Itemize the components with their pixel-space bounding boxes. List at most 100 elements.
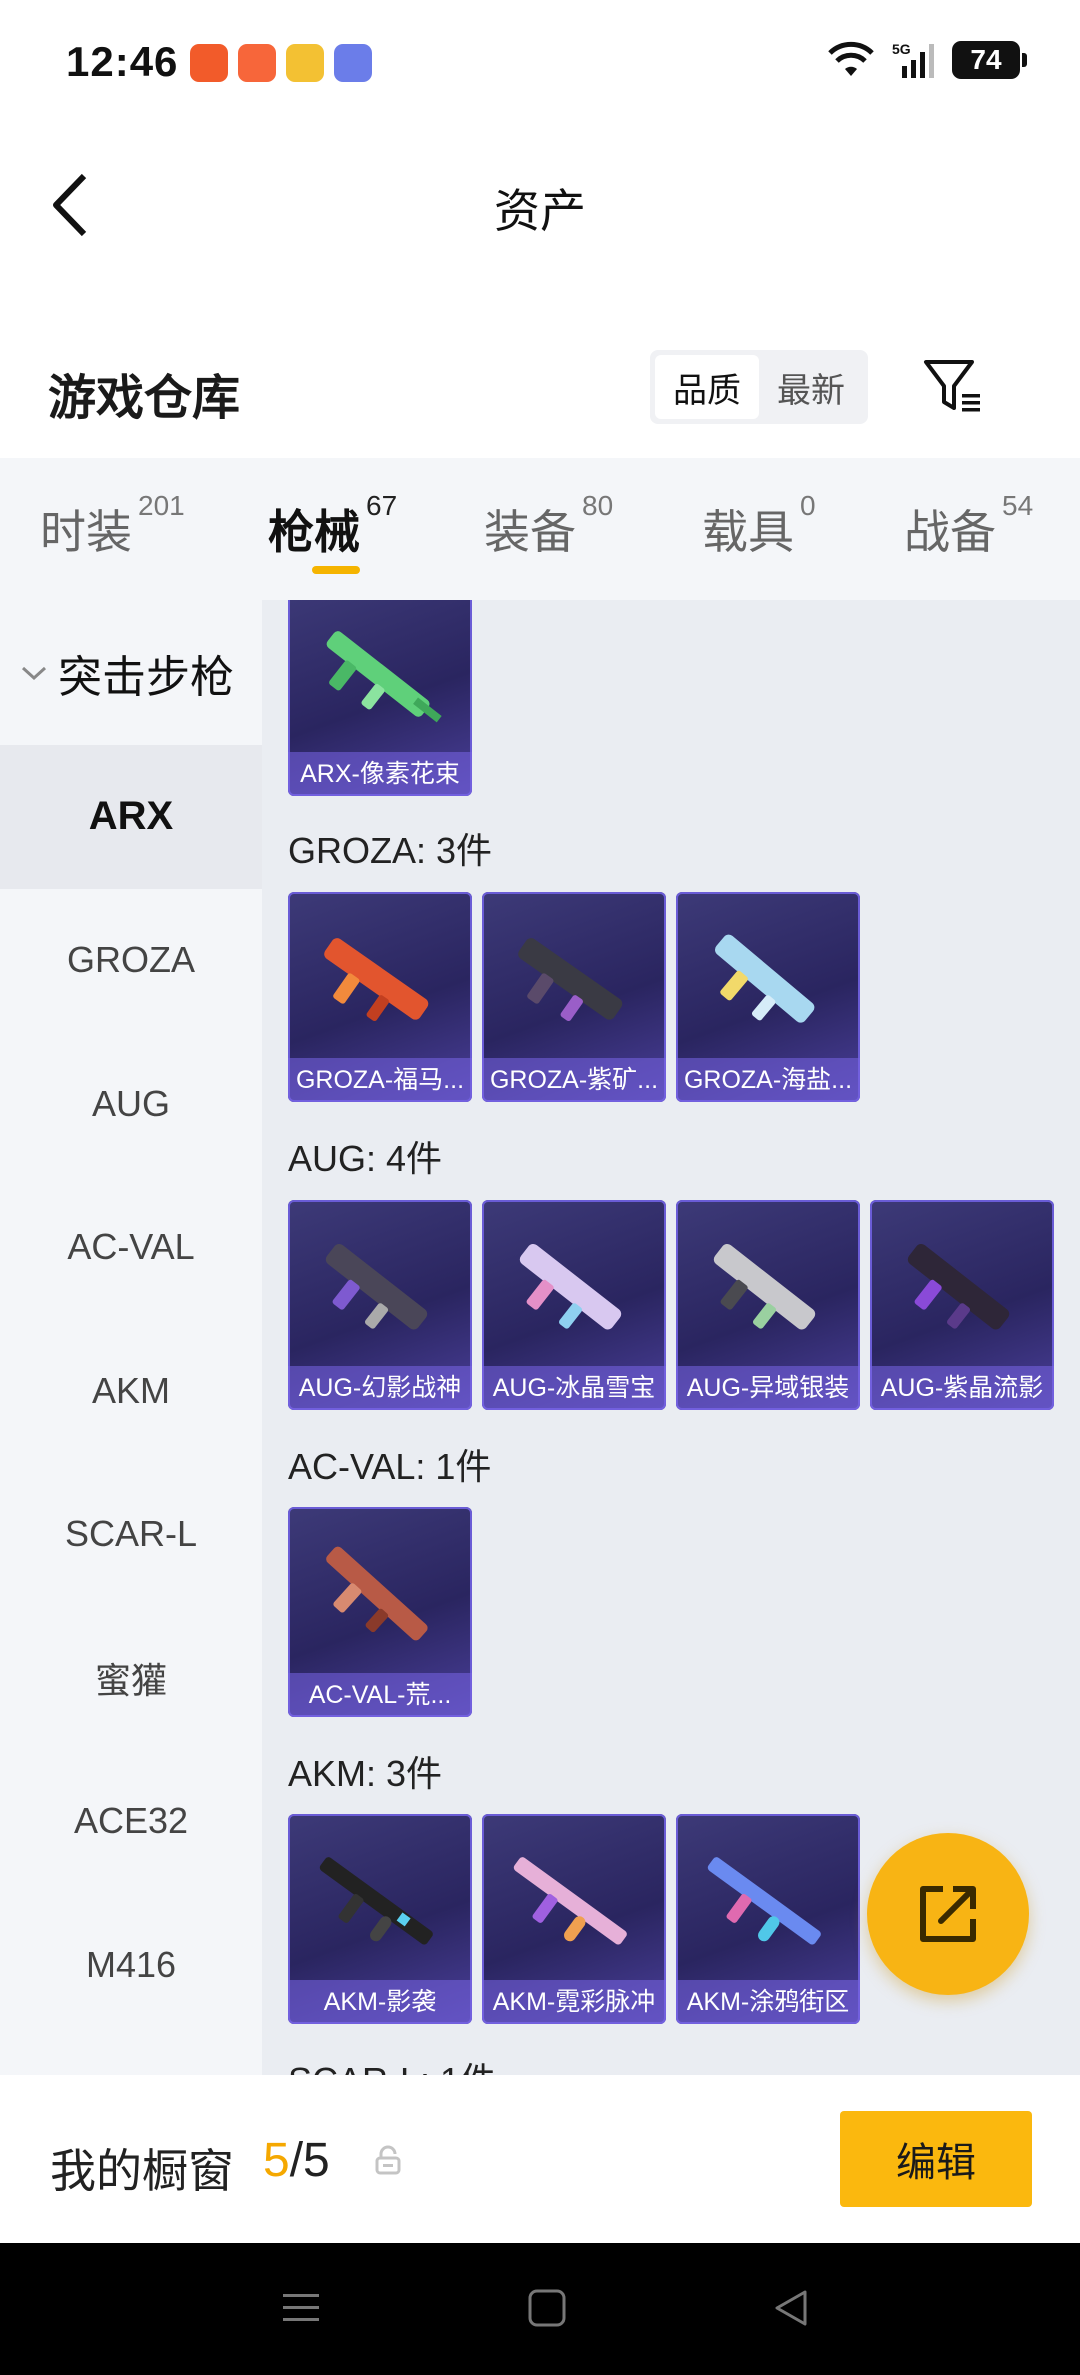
- sidebar-item-m416[interactable]: M416: [0, 1893, 262, 2037]
- sort-option-newest[interactable]: 最新: [759, 355, 863, 419]
- showcase-bar: 我的橱窗 5/5 编辑: [0, 2075, 1080, 2243]
- nav-home-button[interactable]: [512, 2273, 582, 2343]
- skin-name: AUG-异域银装: [676, 1366, 860, 1410]
- rifle-skin-icon: [326, 1546, 428, 1641]
- status-indicators: 5G 74: [826, 40, 1027, 80]
- battery-indicator: 74: [952, 41, 1027, 79]
- skin-card[interactable]: AUG-冰晶雪宝: [482, 1200, 666, 1410]
- section-label-groza: GROZA: 3件: [288, 830, 493, 871]
- page-header: 资产: [0, 125, 1080, 285]
- share-button[interactable]: [867, 1833, 1029, 1995]
- sidebar-group-label: 突击步枪: [58, 652, 234, 702]
- home-square-icon: [528, 2289, 566, 2327]
- skin-card[interactable]: ARX-像素花束: [288, 600, 472, 796]
- sidebar-item-groza[interactable]: GROZA: [0, 889, 262, 1033]
- nav-back-button[interactable]: [756, 2273, 826, 2343]
- nav-menu-button[interactable]: [266, 2273, 336, 2343]
- rifle-skin-icon: [513, 1857, 627, 1945]
- tab-count: 201: [138, 490, 185, 521]
- system-nav-bar: [0, 2243, 1080, 2375]
- category-tabs: 时装201 枪械67 装备80 载具0 战备54: [0, 458, 1080, 600]
- tab-fashion[interactable]: 时装201: [40, 490, 185, 562]
- skin-name: GROZA-福马...: [288, 1058, 472, 1102]
- warehouse-row: 游戏仓库 品质 最新: [0, 330, 1080, 450]
- skin-card[interactable]: AUG-异域银装: [676, 1200, 860, 1410]
- status-bar: 12:46 5G 74: [0, 0, 1080, 125]
- skin-name: AUG-冰晶雪宝: [482, 1366, 666, 1410]
- tab-label: 载具: [702, 506, 794, 558]
- skin-card[interactable]: AKM-霓彩脉冲: [482, 1814, 666, 2024]
- app-icon-blue: [334, 44, 372, 82]
- skin-card[interactable]: AKM-影袭: [288, 1814, 472, 2024]
- sidebar-item-aug[interactable]: AUG: [0, 1032, 262, 1176]
- tab-label: 时装: [40, 506, 132, 558]
- weapon-type-sidebar: 突击步枪 ARX GROZA AUG AC-VAL AKM SCAR-L 蜜獾 …: [0, 600, 262, 2075]
- showcase-count: 5/5: [263, 2133, 330, 2188]
- skin-card[interactable]: GROZA-紫矿...: [482, 892, 666, 1102]
- app-icon-yellow: [286, 44, 324, 82]
- cellular-signal-icon: 5G: [892, 41, 934, 78]
- skin-card[interactable]: AC-VAL-荒...: [288, 1507, 472, 1717]
- skin-name: AKM-霓彩脉冲: [482, 1980, 666, 2024]
- skin-name: AKM-影袭: [288, 1980, 472, 2024]
- chevron-down-icon: [21, 666, 47, 680]
- rifle-skin-icon: [713, 1243, 816, 1330]
- tab-count: 67: [366, 490, 398, 521]
- section-label-aug: AUG: 4件: [288, 1138, 443, 1179]
- skin-card[interactable]: GROZA-海盐...: [676, 892, 860, 1102]
- rifle-skin-icon: [707, 1857, 821, 1945]
- skin-name: AUG-幻影战神: [288, 1366, 472, 1410]
- rifle-skin-icon: [714, 934, 815, 1023]
- skin-name: ARX-像素花束: [288, 752, 472, 796]
- page-title: 资产: [494, 185, 586, 237]
- warehouse-title: 游戏仓库: [48, 372, 241, 425]
- tab-label: 战备: [904, 506, 996, 558]
- skin-card[interactable]: AUG-紫晶流影: [870, 1200, 1054, 1410]
- skin-name: GROZA-紫矿...: [482, 1058, 666, 1102]
- tab-count: 0: [800, 490, 816, 521]
- tab-label: 装备: [484, 506, 576, 558]
- status-app-icons: [190, 44, 372, 82]
- tab-vehicles[interactable]: 载具0: [702, 490, 816, 562]
- skin-name: AUG-紫晶流影: [870, 1366, 1054, 1410]
- tab-label: 枪械: [268, 506, 360, 558]
- sidebar-item-arx[interactable]: ARX: [0, 745, 262, 889]
- section-label-ac-val: AC-VAL: 1件: [288, 1446, 492, 1487]
- sidebar-item-ac-val[interactable]: AC-VAL: [0, 1176, 262, 1320]
- tab-equipment[interactable]: 装备80: [484, 490, 613, 562]
- tab-count: 80: [582, 490, 614, 521]
- showcase-total: 5: [303, 2134, 330, 2187]
- skin-card[interactable]: AKM-涂鸦街区: [676, 1814, 860, 2024]
- filter-icon: [924, 360, 980, 412]
- skin-name: AKM-涂鸦街区: [676, 1980, 860, 2024]
- edit-button[interactable]: 编辑: [840, 2111, 1032, 2207]
- share-external-icon: [920, 1886, 976, 1942]
- sort-option-quality[interactable]: 品质: [655, 355, 759, 419]
- skin-name: GROZA-海盐...: [676, 1058, 860, 1102]
- sort-toggle: 品质 最新: [650, 350, 868, 424]
- sidebar-item-ace32[interactable]: ACE32: [0, 1750, 262, 1894]
- rifle-skin-icon: [519, 1243, 622, 1330]
- skin-name: AC-VAL-荒...: [288, 1673, 472, 1717]
- rifle-skin-icon: [325, 1243, 428, 1330]
- section-label-akm: AKM: 3件: [288, 1753, 443, 1794]
- showcase-separator: /: [289, 2134, 304, 2187]
- app-icon-game: [238, 44, 276, 82]
- sidebar-item-akm[interactable]: AKM: [0, 1319, 262, 1463]
- rifle-skin-icon: [319, 1857, 433, 1945]
- back-triangle-icon: [775, 2290, 807, 2326]
- sidebar-group-assault-rifles[interactable]: 突击步枪: [0, 600, 262, 745]
- tab-weapons[interactable]: 枪械67: [268, 490, 397, 562]
- skin-card[interactable]: AUG-幻影战神: [288, 1200, 472, 1410]
- wifi-icon: [828, 41, 874, 76]
- tab-supplies[interactable]: 战备54: [904, 490, 1033, 562]
- showcase-label: 我的橱窗: [50, 2145, 234, 2197]
- svg-text:5G: 5G: [892, 41, 911, 57]
- sidebar-item-scar-l[interactable]: SCAR-L: [0, 1463, 262, 1607]
- lock-icon: [375, 2145, 401, 2175]
- sidebar-item-honey-badger[interactable]: 蜜獾: [0, 1606, 262, 1750]
- rifle-skin-icon: [907, 1243, 1010, 1330]
- section-label-scar-l: SCAR-L: 1件: [288, 2052, 496, 2075]
- skin-card[interactable]: GROZA-福马...: [288, 892, 472, 1102]
- filter-button[interactable]: [920, 352, 986, 418]
